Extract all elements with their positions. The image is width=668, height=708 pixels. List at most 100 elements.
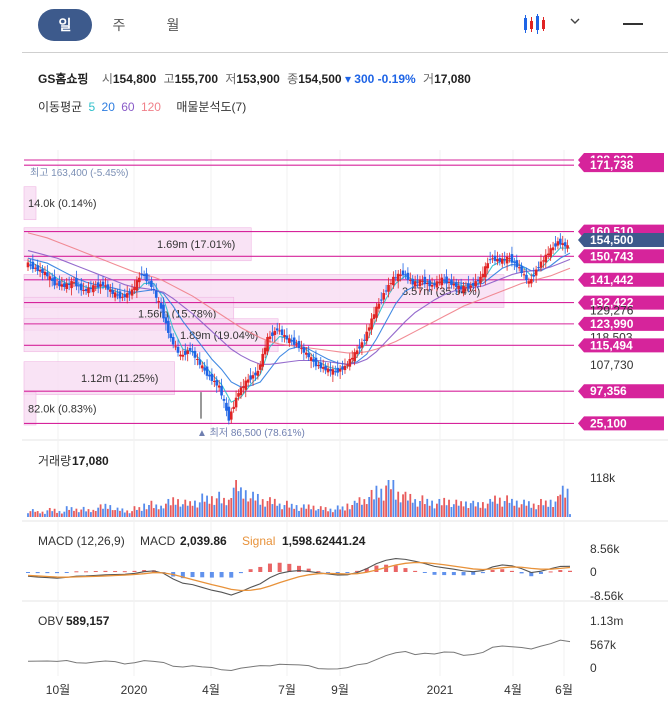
candle-body: [532, 274, 536, 277]
candle-body: [452, 283, 456, 286]
macd-histogram-bar: [461, 572, 466, 576]
candle-body: [234, 397, 238, 408]
volume-bar: [399, 502, 402, 517]
candle-body: [510, 254, 514, 263]
volume-bar: [87, 509, 90, 517]
volume-bar: [532, 503, 535, 517]
volume-bar: [278, 503, 281, 517]
volume-bar: [165, 503, 167, 517]
candle-body: [496, 259, 499, 262]
volume-bar: [322, 509, 325, 517]
stock-chart[interactable]: 14.0k (0.14%)1.69m (17.01%)3.57m (35.94%…: [0, 0, 668, 708]
candle-body: [186, 350, 189, 354]
candle-body: [108, 289, 112, 292]
volume-bar: [119, 510, 121, 517]
volume-bar: [215, 498, 218, 517]
candle-body: [563, 242, 567, 247]
volume-bar: [131, 511, 133, 517]
volume-bar: [469, 503, 472, 517]
volume-bar: [477, 502, 479, 517]
volume-bar: [327, 511, 329, 517]
candle-body: [65, 283, 69, 289]
volume-bar: [433, 508, 436, 517]
macd-histogram-bar: [74, 571, 79, 573]
volume-bar: [225, 505, 228, 517]
candle-body: [421, 280, 424, 282]
volume-bar: [97, 507, 100, 517]
volume-bar: [537, 505, 540, 517]
x-axis-label: 4월: [504, 683, 522, 697]
volume-bar: [99, 504, 102, 517]
volume-bar: [377, 497, 380, 517]
macd-histogram-bar: [374, 565, 379, 572]
candle-body: [123, 294, 127, 298]
volume-bar: [92, 509, 95, 517]
candle-body: [433, 283, 436, 286]
volume-bar: [457, 505, 460, 517]
candle-body: [288, 338, 291, 344]
volume-bar: [266, 501, 269, 517]
candle-body: [164, 317, 168, 324]
volume-bar: [261, 499, 264, 517]
price-axis-label: 107,730: [590, 358, 634, 372]
volume-bar: [94, 510, 97, 517]
candle-body: [500, 258, 504, 264]
macd-histogram-bar: [442, 572, 447, 576]
candle-body: [425, 282, 429, 284]
candle-body: [517, 267, 521, 269]
volume-bar: [237, 491, 240, 517]
macd-axis-label: -8.56k: [590, 589, 624, 603]
volume-bar: [106, 508, 109, 517]
candle-body: [382, 293, 385, 300]
volume-bar: [68, 509, 71, 517]
x-axis-label: 10월: [46, 683, 70, 697]
volume-bar: [452, 504, 455, 517]
candle-body: [67, 283, 71, 285]
volume-bar: [60, 513, 63, 517]
volume-bar: [334, 509, 337, 517]
macd-histogram-bar: [209, 572, 214, 578]
candle-body: [251, 375, 255, 379]
candle-body: [377, 303, 381, 309]
volume-bar: [496, 503, 499, 517]
candle-body: [430, 284, 434, 287]
volume-bar: [431, 500, 433, 517]
candle-body: [125, 293, 129, 298]
candle-body: [87, 287, 90, 294]
candle-body: [404, 274, 407, 276]
volume-bar: [167, 498, 170, 517]
candle-body: [244, 380, 248, 390]
macd-histogram-bar: [122, 571, 127, 573]
high-annotation: 최고 163,400 (-5.45%): [30, 167, 128, 179]
volume-bar: [450, 506, 453, 517]
volume-bar: [230, 498, 233, 517]
candle-body: [537, 267, 540, 269]
volume-bar: [102, 508, 104, 517]
volume-bar: [123, 512, 126, 517]
candle-body: [55, 283, 59, 285]
candle-body: [246, 379, 250, 383]
candle-body: [77, 285, 81, 287]
volume-bar: [148, 505, 150, 517]
volume-bar: [344, 510, 346, 517]
volume-bar: [382, 500, 385, 517]
volume-bar: [63, 511, 66, 517]
candle-body: [283, 334, 286, 337]
volume-bar: [421, 495, 424, 517]
candle-body: [527, 281, 531, 284]
volume-bar: [114, 510, 117, 517]
candle-body: [188, 347, 192, 351]
candle-body: [331, 369, 335, 375]
candle-body: [135, 280, 139, 291]
candle-body: [469, 285, 473, 288]
volume-bar: [210, 496, 213, 517]
volume-bar: [252, 491, 254, 517]
candle-body: [256, 370, 260, 376]
candle-body: [232, 406, 235, 409]
volume-bar: [339, 509, 342, 517]
macd-histogram-bar: [238, 572, 243, 574]
candle-body: [239, 387, 243, 396]
macd-histogram-bar: [200, 572, 205, 578]
volume-bar: [269, 497, 271, 517]
candle-body: [106, 284, 110, 290]
